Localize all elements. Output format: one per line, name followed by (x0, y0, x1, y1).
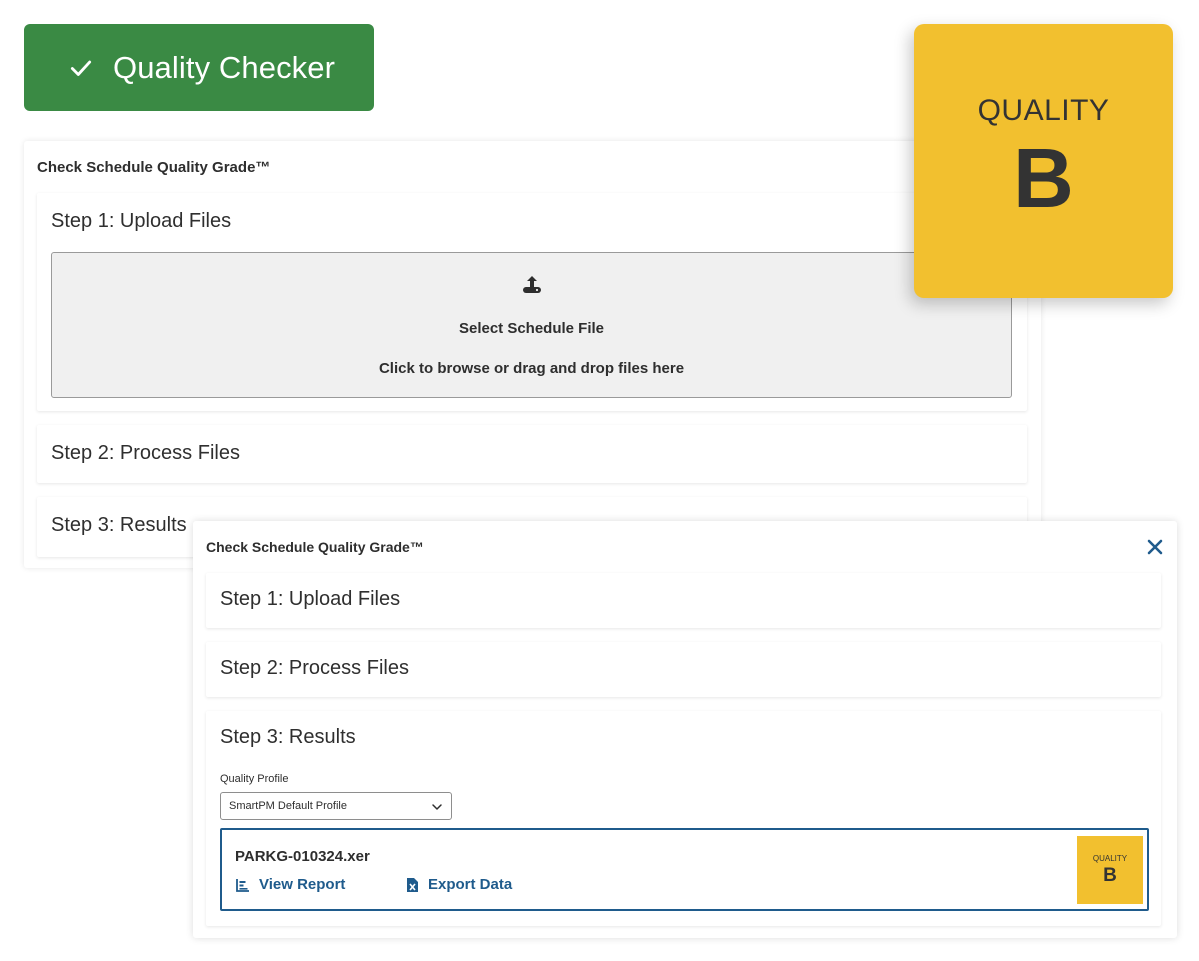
dropzone-title: Select Schedule File (458, 320, 605, 337)
grade-label: QUALITY (977, 94, 1110, 127)
step-title: Step 1: Upload Files (51, 210, 232, 232)
step-title: Step 1: Upload Files (220, 588, 401, 610)
upload-icon (523, 276, 541, 293)
mini-grade-label: QUALITY (1092, 854, 1128, 863)
quality-grade-card: QUALITY B (914, 24, 1173, 298)
bar-chart-icon (236, 878, 249, 892)
step-upload-files: Step 1: Upload Files Select Schedule Fil… (37, 193, 1027, 411)
front-quality-panel: Check Schedule Quality Grade™ Step 1: Up… (193, 521, 1177, 938)
back-quality-panel: Check Schedule Quality Grade™ Step 1: Up… (24, 141, 1041, 568)
file-dropzone[interactable]: Select Schedule File Click to browse or … (51, 252, 1012, 398)
export-data-link[interactable]: Export Data (404, 876, 512, 893)
stage: Quality Checker Check Schedule Quality G… (0, 0, 1199, 961)
step-title: Step 2: Process Files (51, 442, 240, 464)
chevron-down-icon (432, 804, 442, 810)
step-title: Step 2: Process Files (220, 657, 409, 679)
view-report-link[interactable]: View Report (235, 876, 345, 893)
step-title: Step 3: Results (220, 726, 356, 748)
mini-quality-grade: QUALITY B (1077, 836, 1143, 904)
quality-profile-select[interactable]: SmartPM Default Profile (220, 792, 452, 820)
view-report-label: View Report (259, 876, 346, 893)
export-data-label: Export Data (428, 876, 513, 893)
badge-label: Quality Checker (113, 49, 336, 85)
quality-checker-badge: Quality Checker (24, 24, 374, 111)
quality-profile-label: Quality Profile (220, 773, 289, 785)
excel-file-icon (407, 877, 418, 892)
grade-letter: B (1013, 131, 1074, 225)
result-card: PARKG-010324.xer View Report Export Data (220, 828, 1149, 911)
quality-profile-value: SmartPM Default Profile (229, 800, 347, 812)
dropzone-subtitle: Click to browse or drag and drop files h… (378, 360, 685, 377)
panel-title: Check Schedule Quality Grade™ (37, 159, 271, 176)
step-title: Step 3: Results (51, 514, 187, 536)
close-icon[interactable] (1146, 538, 1164, 556)
step-upload-files[interactable]: Step 1: Upload Files (206, 573, 1161, 628)
panel-title: Check Schedule Quality Grade™ (206, 539, 424, 555)
result-file-name: PARKG-010324.xer (235, 848, 370, 865)
step-process-files[interactable]: Step 2: Process Files (206, 642, 1161, 697)
mini-grade-letter: B (1103, 865, 1117, 886)
check-icon (70, 60, 92, 76)
step-process-files[interactable]: Step 2: Process Files (37, 425, 1027, 483)
